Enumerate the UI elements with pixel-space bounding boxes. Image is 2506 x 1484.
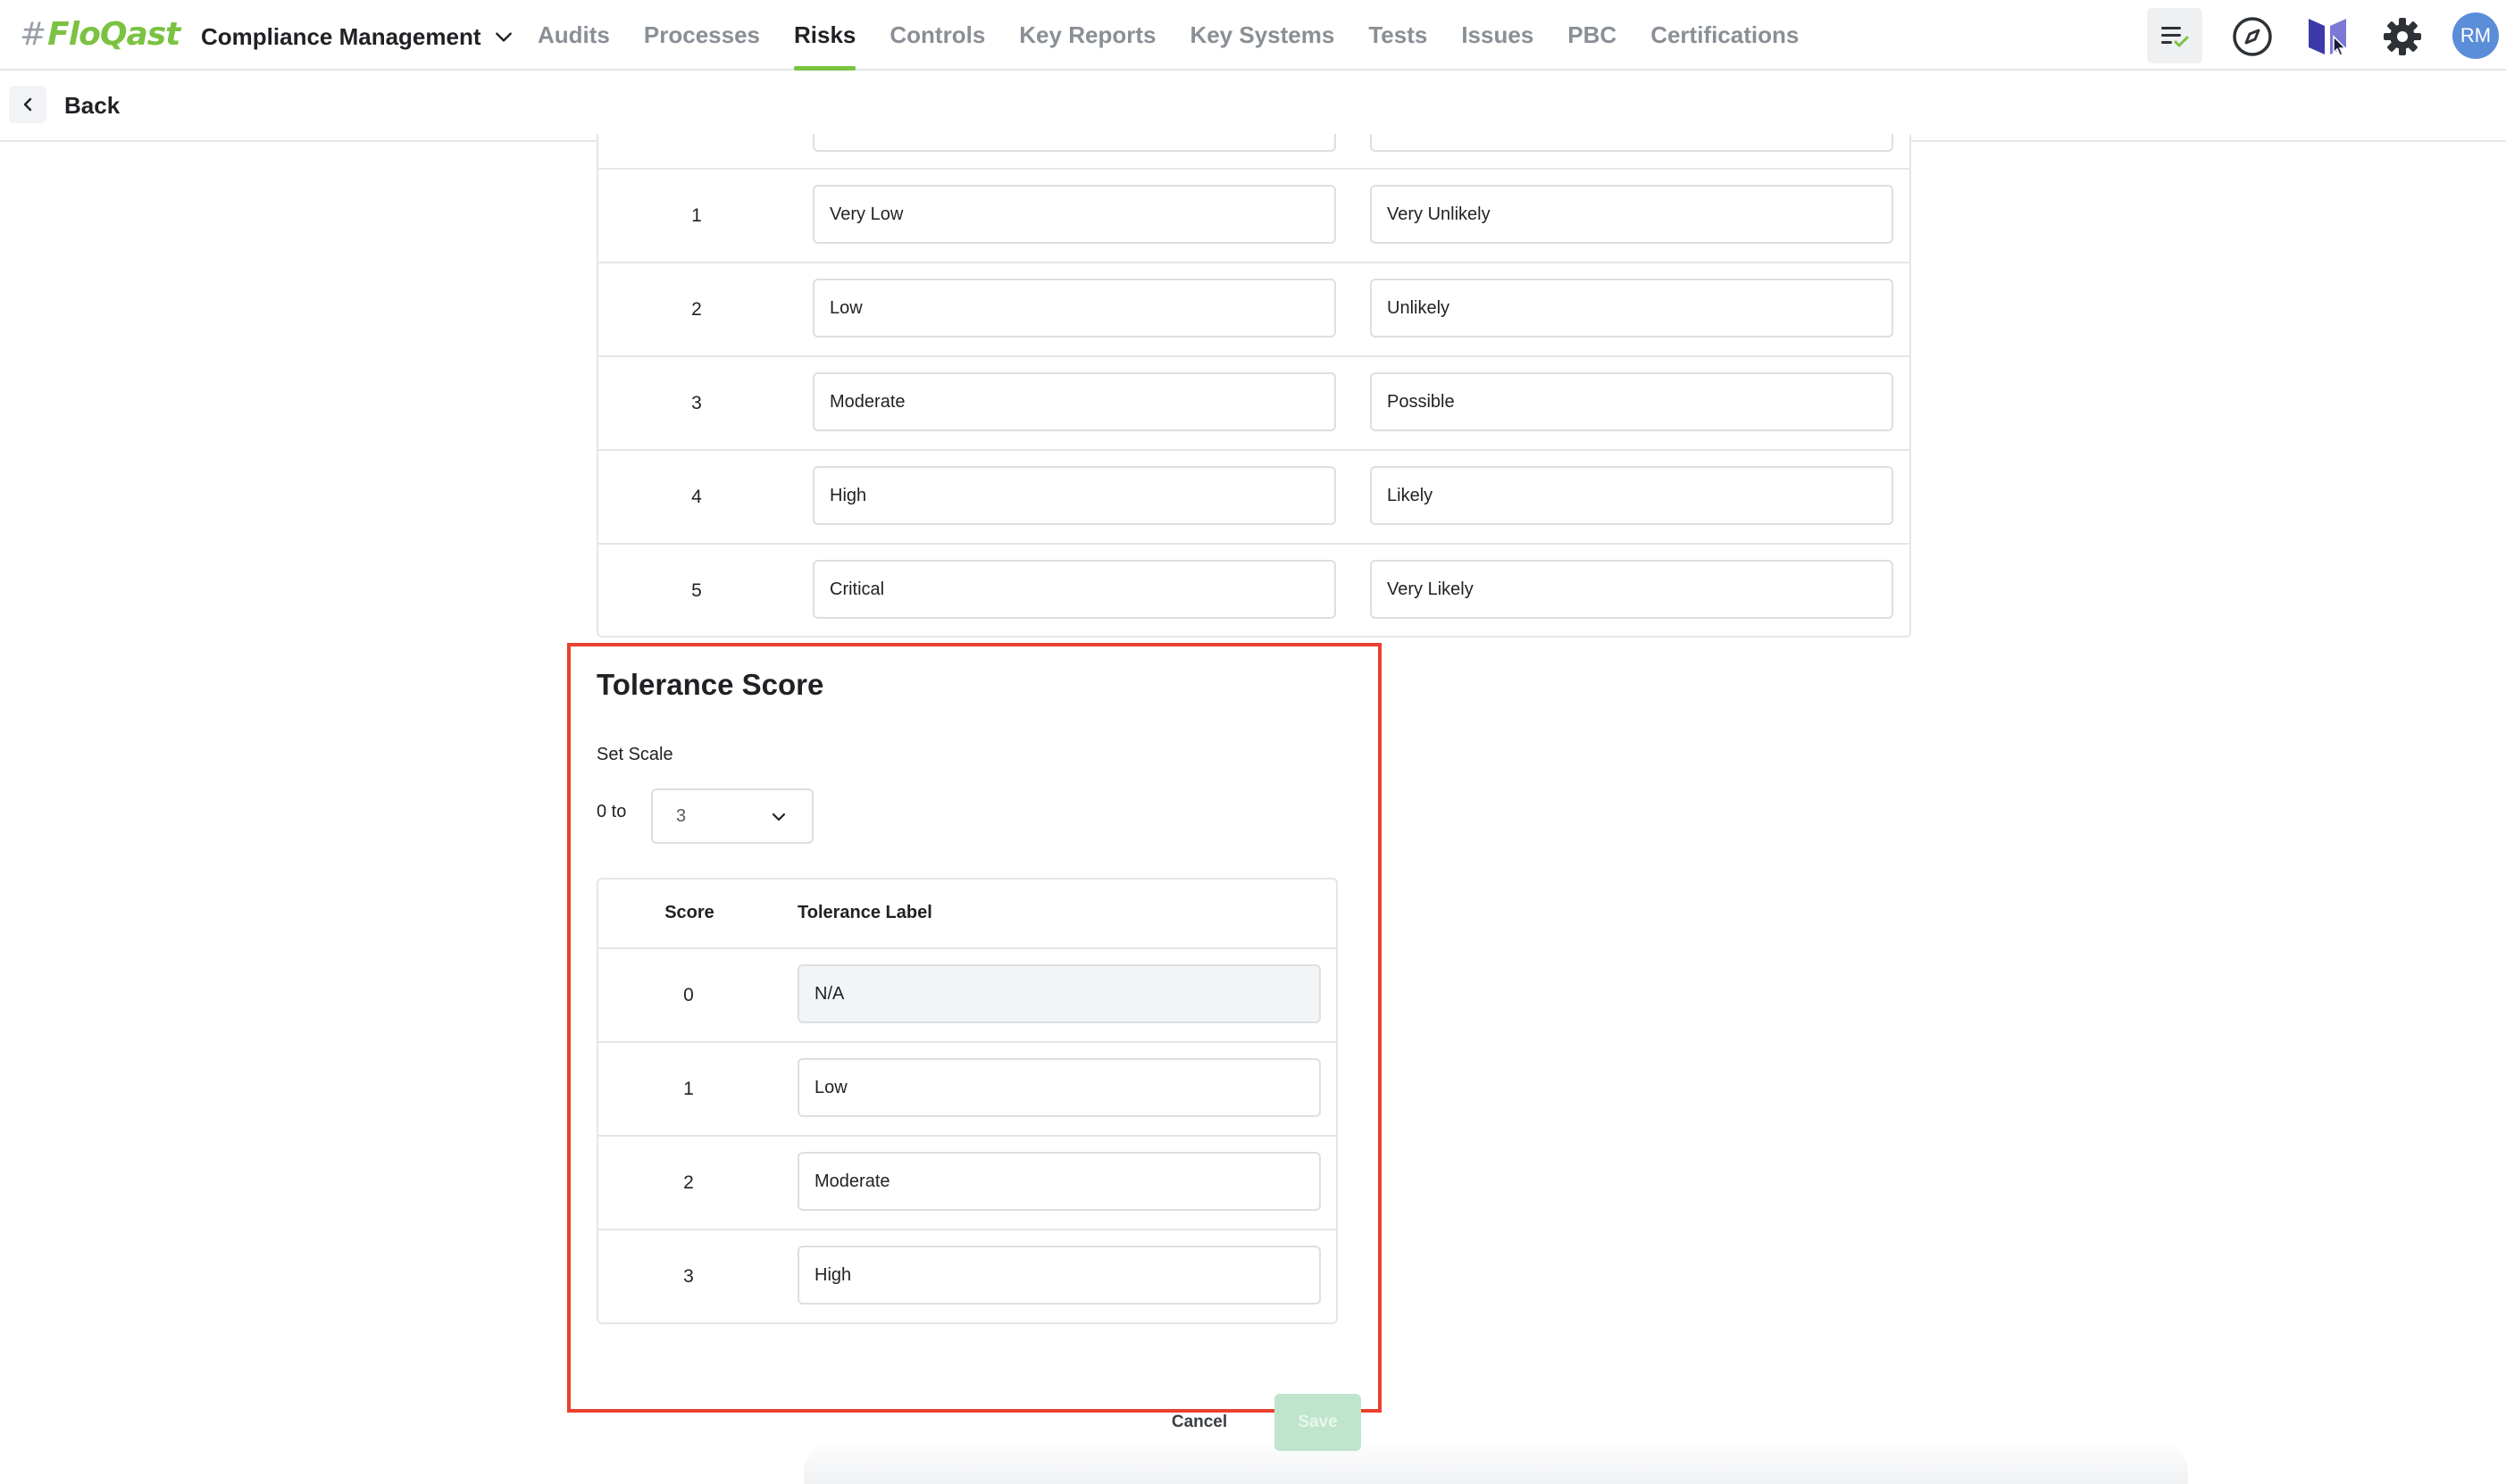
save-button[interactable]: Save — [1274, 1394, 1361, 1451]
logo-text: FloQast — [47, 15, 180, 53]
tab-tests[interactable]: Tests — [1368, 0, 1427, 71]
scale-max-select[interactable]: 3 — [651, 788, 814, 844]
impact-label-input[interactable]: Moderate — [813, 372, 1336, 431]
tolerance-label-input[interactable]: Moderate — [798, 1152, 1321, 1211]
help-book-button[interactable] — [2302, 12, 2352, 62]
table-row: 2 Low Unlikely — [597, 262, 1911, 356]
set-scale-label: Set Scale — [597, 745, 673, 764]
score-value: 4 — [691, 487, 702, 507]
range-prefix-label: 0 to — [597, 802, 627, 821]
top-navigation-bar: # FloQast Compliance Management Audits P… — [0, 0, 2506, 71]
tab-label: Processes — [643, 21, 760, 48]
table-row: 5 Critical Very Likely — [597, 543, 1911, 638]
sub-header-bar — [0, 71, 2506, 142]
chevron-down-icon — [772, 813, 786, 821]
likelihood-label-input[interactable]: Possible — [1370, 372, 1893, 431]
gear-icon — [2384, 18, 2421, 55]
likelihood-label-input[interactable]: Very Likely — [1370, 560, 1893, 619]
tab-label: Certifications — [1650, 21, 1800, 48]
compass-button[interactable] — [2227, 12, 2277, 62]
floqast-logo[interactable]: # FloQast — [20, 13, 180, 55]
book-icon — [2309, 19, 2347, 56]
tab-label: Tests — [1368, 21, 1428, 48]
table-row: 3 High — [597, 1229, 1338, 1323]
tab-audits[interactable]: Audits — [538, 0, 610, 71]
tasks-list-icon — [2161, 27, 2189, 47]
column-header-score: Score — [664, 902, 714, 922]
score-value: 1 — [691, 205, 702, 226]
tab-certifications[interactable]: Certifications — [1650, 0, 1799, 71]
table-row: 0 N/A — [597, 947, 1338, 1042]
tab-issues[interactable]: Issues — [1461, 0, 1533, 71]
likelihood-label-input[interactable]: Unlikely — [1370, 279, 1893, 338]
product-switcher[interactable]: Compliance Management — [201, 20, 514, 54]
tab-processes[interactable]: Processes — [644, 0, 760, 71]
score-value: 2 — [683, 1172, 694, 1193]
tab-pbc[interactable]: PBC — [1567, 0, 1616, 71]
table-row: 2 Moderate — [597, 1135, 1338, 1230]
score-value: 1 — [683, 1079, 694, 1099]
chevron-down-icon — [495, 32, 512, 42]
tab-risks[interactable]: Risks — [794, 0, 856, 71]
cancel-button[interactable]: Cancel — [1157, 1404, 1241, 1441]
scale-max-value: 3 — [676, 805, 687, 826]
impact-label-input[interactable]: Very Low — [813, 185, 1336, 244]
tab-label: Audits — [538, 21, 610, 48]
score-value: 3 — [691, 393, 702, 413]
compass-icon — [2233, 17, 2272, 56]
footer-shadow — [804, 1438, 2188, 1484]
score-value: 2 — [691, 299, 702, 320]
likelihood-label-input[interactable]: Very Unlikely — [1370, 185, 1893, 244]
tolerance-score-heading: Tolerance Score — [597, 668, 824, 701]
score-value: 0 — [683, 985, 694, 1005]
logo-hash: # — [20, 15, 46, 53]
table-row: 1 Very Low Very Unlikely — [597, 168, 1911, 263]
main-tabs: Audits Processes Risks Controls Key Repo… — [538, 0, 1833, 71]
tab-label: Risks — [794, 21, 856, 48]
likelihood-field-partial[interactable] — [1370, 134, 1893, 152]
tab-label: Issues — [1461, 21, 1534, 48]
likelihood-label-input[interactable]: Likely — [1370, 466, 1893, 525]
column-header-tolerance-label: Tolerance Label — [798, 902, 932, 922]
tab-key-systems[interactable]: Key Systems — [1190, 0, 1334, 71]
tab-label: Key Reports — [1019, 21, 1157, 48]
settings-button[interactable] — [2377, 12, 2427, 62]
impact-label-input[interactable]: Low — [813, 279, 1336, 338]
tolerance-label-input[interactable]: Low — [798, 1058, 1321, 1117]
table-row: 4 High Likely — [597, 449, 1911, 544]
score-value: 5 — [691, 580, 702, 601]
tab-label: Key Systems — [1190, 21, 1335, 48]
user-avatar[interactable]: RM — [2452, 13, 2499, 59]
tab-label: Controls — [890, 21, 986, 48]
score-value: 3 — [683, 1266, 694, 1287]
tolerance-label-input[interactable]: High — [798, 1246, 1321, 1305]
tasks-list-button[interactable] — [2147, 8, 2202, 63]
tolerance-label-input-readonly: N/A — [798, 964, 1321, 1023]
chevron-left-icon — [23, 97, 32, 112]
tab-label: PBC — [1567, 21, 1617, 48]
tab-controls[interactable]: Controls — [890, 0, 985, 71]
impact-field-partial[interactable] — [813, 134, 1336, 152]
tab-key-reports[interactable]: Key Reports — [1019, 0, 1156, 71]
back-link[interactable]: Back — [64, 89, 120, 121]
product-name: Compliance Management — [201, 22, 481, 50]
impact-label-input[interactable]: Critical — [813, 560, 1336, 619]
back-arrow-button[interactable] — [9, 86, 46, 123]
table-row: 3 Moderate Possible — [597, 355, 1911, 450]
impact-label-input[interactable]: High — [813, 466, 1336, 525]
table-row: 1 Low — [597, 1041, 1338, 1136]
